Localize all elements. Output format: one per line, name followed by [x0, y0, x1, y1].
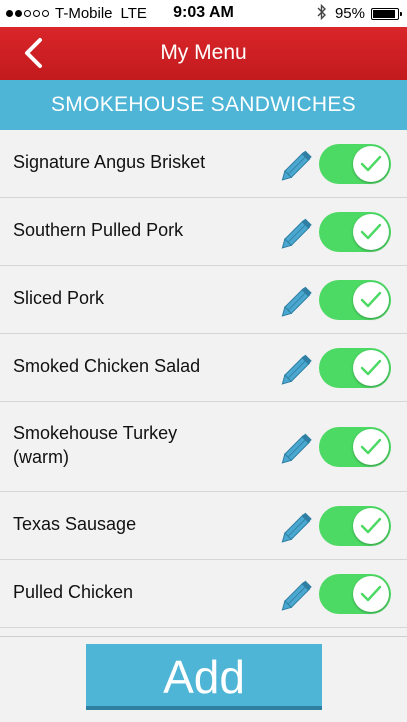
menu-item-row: Smoked Chicken Salad	[0, 334, 407, 402]
menu-item-row: Signature Angus Brisket	[0, 130, 407, 198]
toggle-knob	[353, 508, 389, 544]
navigation-bar: My Menu	[0, 27, 407, 80]
battery-percent: 95%	[334, 5, 365, 22]
status-right: 95%	[317, 3, 402, 23]
menu-item-label: Texas Sausage	[13, 514, 137, 534]
menu-item-row: Smokehouse Turkey (warm)	[0, 402, 407, 492]
toggle-knob	[353, 214, 389, 250]
enabled-toggle[interactable]	[319, 574, 391, 614]
toggle-knob	[353, 350, 389, 386]
toggle-knob	[353, 576, 389, 612]
menu-item-row: Sliced Pork	[0, 266, 407, 334]
section-header: SMOKEHOUSE SANDWICHES	[0, 80, 407, 130]
menu-item-label: Signature Angus Brisket	[13, 152, 206, 172]
toggle-knob	[353, 282, 389, 318]
add-button[interactable]: Add	[86, 644, 322, 710]
enabled-toggle[interactable]	[319, 144, 391, 184]
bluetooth-icon	[317, 3, 327, 23]
enabled-toggle[interactable]	[319, 427, 391, 467]
edit-pencil-icon[interactable]	[280, 348, 318, 388]
edit-pencil-icon[interactable]	[280, 280, 318, 320]
menu-item-label: Southern Pulled Pork	[13, 220, 184, 240]
menu-item-label: Smoked Chicken Salad	[13, 356, 201, 376]
enabled-toggle[interactable]	[319, 506, 391, 546]
battery-icon	[371, 7, 402, 20]
enabled-toggle[interactable]	[319, 348, 391, 388]
menu-item-row: Pulled Chicken	[0, 560, 407, 628]
edit-pencil-icon[interactable]	[280, 144, 318, 184]
menu-item-row: Southern Pulled Pork	[0, 198, 407, 266]
menu-item-row: Texas Sausage	[0, 492, 407, 560]
edit-pencil-icon[interactable]	[280, 506, 318, 546]
edit-pencil-icon[interactable]	[280, 212, 318, 252]
menu-item-list: Signature Angus Brisket Southern Pulled P…	[0, 130, 407, 636]
toggle-knob	[353, 429, 389, 465]
edit-pencil-icon[interactable]	[280, 427, 318, 467]
menu-item-label: Sliced Pork	[13, 288, 105, 308]
enabled-toggle[interactable]	[319, 212, 391, 252]
enabled-toggle[interactable]	[319, 280, 391, 320]
status-bar: T-Mobile LTE 9:03 AM 95%	[0, 0, 407, 27]
page-title: My Menu	[160, 41, 247, 64]
menu-item-label: Pulled Chicken	[13, 582, 134, 602]
menu-item-label: Smokehouse Turkey (warm)	[13, 423, 178, 467]
footer-bar: Add	[0, 636, 407, 722]
edit-pencil-icon[interactable]	[280, 574, 318, 614]
toggle-knob	[353, 146, 389, 182]
